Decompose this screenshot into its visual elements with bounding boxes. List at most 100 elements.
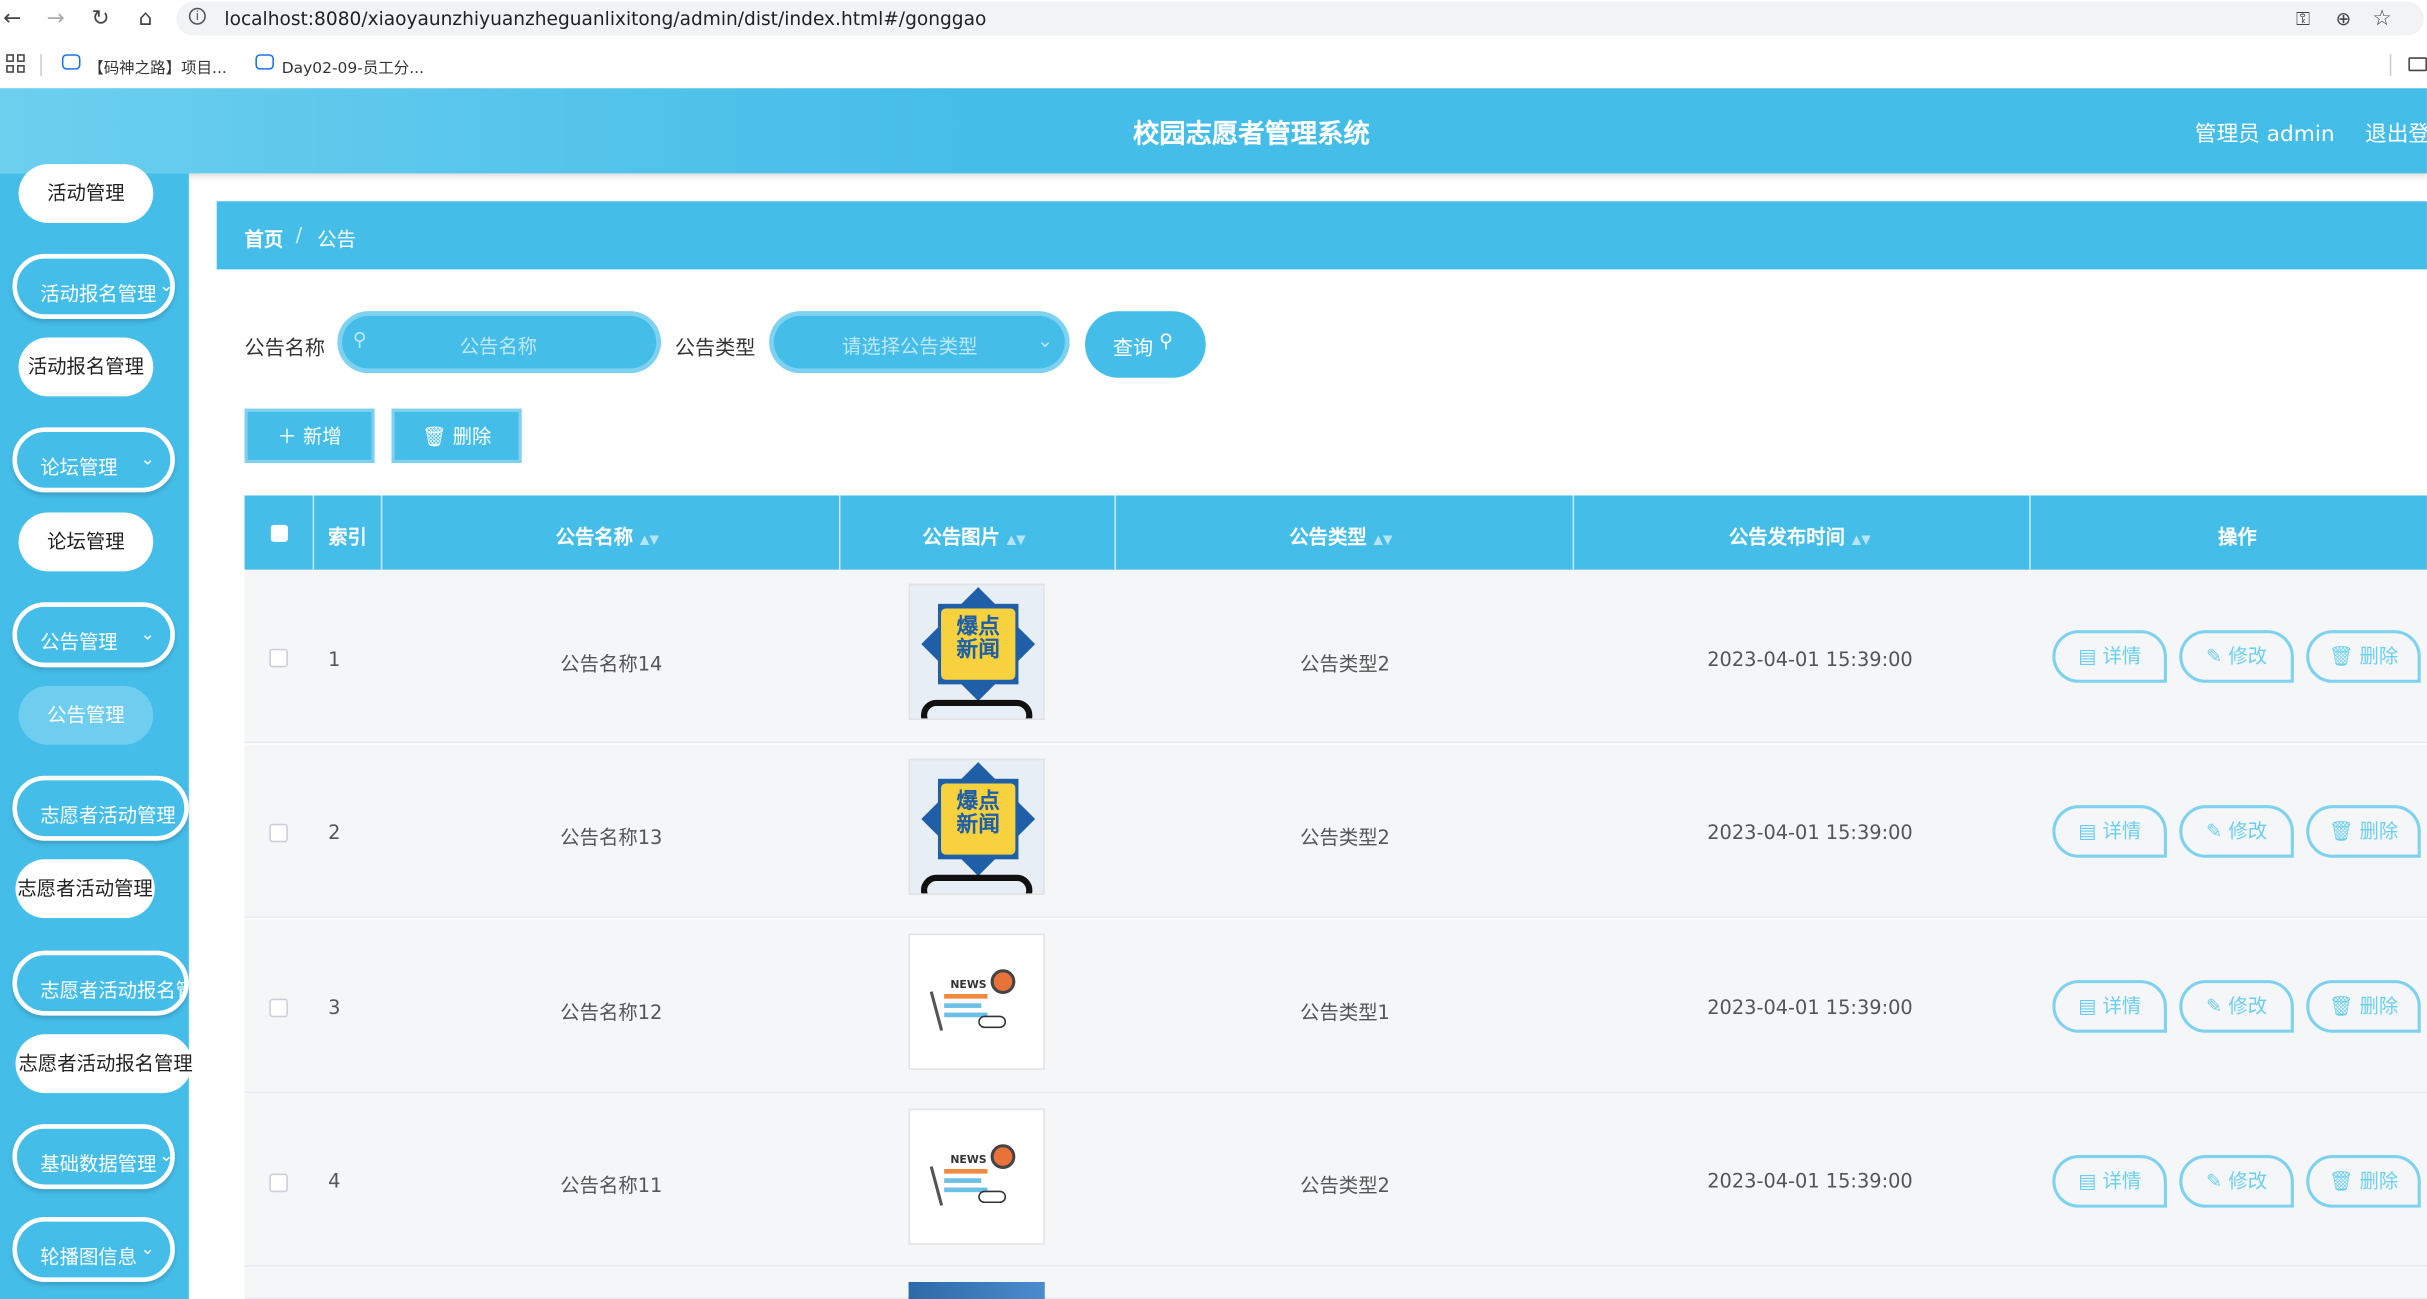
row-delete-button[interactable]: 🗑 删除 (2306, 630, 2421, 683)
notice-name-placeholder: 公告名称 (459, 334, 538, 358)
query-button[interactable]: 查询 ⚲ (1085, 311, 1206, 378)
forward-icon[interactable]: → (43, 6, 68, 31)
row-delete-button[interactable]: 🗑 删除 (2306, 805, 2421, 858)
sidebar-item-notice[interactable]: 公告管理 (18, 685, 154, 745)
row-index: 4 (328, 1168, 341, 1193)
detail-button[interactable]: ▤ 详情 (2052, 980, 2167, 1033)
home-icon[interactable]: ⌂ (133, 6, 158, 31)
key-icon[interactable]: ⚿ (2291, 6, 2316, 31)
detail-button[interactable]: ▤ 详情 (2052, 630, 2167, 683)
column-divider (1114, 495, 1116, 570)
sidebar-item-volunteer-activity[interactable]: 志愿者活动管理 (15, 859, 155, 919)
column-header-time[interactable]: 公告发布时间 ▲▼ (1729, 520, 1871, 549)
delete-button[interactable]: 🗑 删除 (391, 408, 522, 463)
document-icon: ▤ (2078, 1168, 2097, 1193)
chevron-down-icon: ⌄ (140, 1238, 155, 1259)
sidebar-group-volunteer-signup[interactable]: 志愿者活动报名管 (12, 950, 189, 1016)
detail-button[interactable]: ▤ 详情 (2052, 805, 2167, 858)
column-divider (2029, 495, 2031, 570)
star-icon[interactable]: ☆ (2370, 6, 2395, 31)
edit-icon: ✎ (2206, 1168, 2223, 1193)
edit-button[interactable]: ✎ 修改 (2179, 980, 2294, 1033)
row-delete-button[interactable]: 🗑 删除 (2306, 980, 2421, 1033)
column-header-name[interactable]: 公告名称 ▲▼ (556, 520, 659, 549)
pen-shape (929, 1166, 944, 1206)
notice-image[interactable]: 爆点 新闻 (908, 758, 1045, 895)
sort-icon: ▲▼ (1373, 532, 1393, 547)
row-type: 公告类型1 (1300, 1000, 1390, 1024)
table-row (244, 1266, 2427, 1299)
row-checkbox[interactable] (269, 648, 288, 668)
sidebar-item-volunteer-signup[interactable]: 志愿者活动报名管理 (15, 1034, 193, 1094)
app-title: 校园志愿者管理系统 (1132, 119, 1370, 151)
sidebar-group-notice[interactable]: 公告管理 ⌄ (12, 602, 175, 668)
column-header-image[interactable]: 公告图片 ▲▼ (922, 520, 1025, 549)
search-icon: ⚲ (352, 328, 367, 350)
logout-link[interactable]: 退出登 (2365, 118, 2427, 149)
column-label: 公告类型 (1289, 524, 1367, 549)
back-icon[interactable]: ← (0, 6, 25, 31)
column-divider (1572, 495, 1575, 570)
edit-icon: ✎ (2206, 819, 2223, 843)
admin-label: 管理员 admin (2194, 122, 2335, 148)
edit-label: 修改 (2228, 819, 2268, 843)
site-info-icon[interactable]: i (188, 7, 206, 25)
edit-button[interactable]: ✎ 修改 (2179, 630, 2294, 683)
edit-icon: ✎ (2206, 994, 2223, 1018)
select-all-checkbox[interactable] (270, 524, 288, 542)
detail-button[interactable]: ▤ 详情 (2052, 1155, 2167, 1208)
notice-image[interactable] (908, 1281, 1045, 1299)
zoom-icon[interactable]: ⊕ (2331, 6, 2356, 31)
sidebar-group-carousel[interactable]: 轮播图信息 ⌄ (12, 1216, 175, 1282)
detail-label: 详情 (2102, 644, 2142, 668)
row-checkbox[interactable] (269, 823, 288, 843)
notice-image[interactable]: 爆点 新闻 (908, 583, 1045, 720)
newspaper-line (944, 1168, 988, 1174)
thumb-text-line: 新闻 (956, 812, 1000, 838)
sidebar-group-activity-signup[interactable]: 活动报名管理 ⌄ (12, 253, 175, 319)
document-icon: ▤ (2078, 819, 2097, 843)
edit-button[interactable]: ✎ 修改 (2179, 1155, 2294, 1208)
sidebar-group-base-data[interactable]: 基础数据管理 ⌄ (12, 1124, 175, 1190)
notice-name-label: 公告名称 (244, 337, 326, 361)
sidebar-item-activity-signup[interactable]: 活动报名管理 (18, 337, 154, 397)
sidebar-group-label: 基础数据管理 (40, 1151, 157, 1176)
document-icon: ▤ (2078, 994, 2097, 1018)
column-header-type[interactable]: 公告类型 ▲▼ (1289, 520, 1392, 549)
column-label: 公告名称 (555, 524, 634, 549)
row-checkbox[interactable] (269, 1173, 288, 1193)
edit-button[interactable]: ✎ 修改 (2179, 805, 2294, 858)
row-name: 公告名称11 (560, 1173, 663, 1197)
newspaper-line (944, 1178, 982, 1183)
breadcrumb-home[interactable]: 首页 (245, 223, 284, 252)
bookmarks-divider (40, 54, 42, 76)
sidebar-group-label: 轮播图信息 (40, 1244, 138, 1269)
bilibili-icon (61, 54, 81, 70)
sidebar-group-forum[interactable]: 论坛管理 ⌄ (12, 427, 175, 493)
notice-image[interactable]: NEWS (908, 1108, 1045, 1245)
bilibili-icon (255, 54, 274, 70)
sidebar-group-volunteer-activity[interactable]: 志愿者活动管理 (12, 775, 189, 841)
search-icon: ⚲ (1159, 329, 1173, 352)
add-button[interactable]: ＋ 新增 (244, 408, 375, 463)
apps-grid-icon[interactable] (6, 54, 25, 73)
url-text[interactable]: localhost:8080/xiaoyaunzhiyuanzheguanlix… (224, 8, 986, 30)
column-divider (838, 495, 841, 570)
sidebar-item-activity[interactable]: 活动管理 (18, 164, 154, 223)
notice-type-select[interactable]: 请选择公告类型 ⌄ (769, 311, 1070, 374)
breadcrumb (216, 201, 2427, 270)
sidebar-item-forum[interactable]: 论坛管理 (18, 512, 154, 572)
coffee-cup-shape (990, 1144, 1016, 1169)
sidebar-group-label: 志愿者活动管理 (40, 803, 176, 827)
bookmark-2[interactable]: Day02-09-员工分... (282, 54, 424, 77)
bookmark-1[interactable]: 【码神之路】项目... (88, 54, 227, 77)
notice-image[interactable]: NEWS (908, 933, 1045, 1070)
sort-icon: ▲▼ (1006, 532, 1026, 547)
row-checkbox[interactable] (269, 998, 288, 1018)
trash-icon: 🗑 (2328, 1168, 2354, 1193)
row-delete-button[interactable]: 🗑 删除 (2306, 1155, 2421, 1208)
notice-name-input[interactable]: ⚲ 公告名称 (337, 311, 661, 374)
thumb-text-line: 爆点 (956, 789, 1000, 815)
reload-icon[interactable]: ↻ (88, 6, 113, 31)
folder-icon[interactable] (2408, 57, 2427, 72)
